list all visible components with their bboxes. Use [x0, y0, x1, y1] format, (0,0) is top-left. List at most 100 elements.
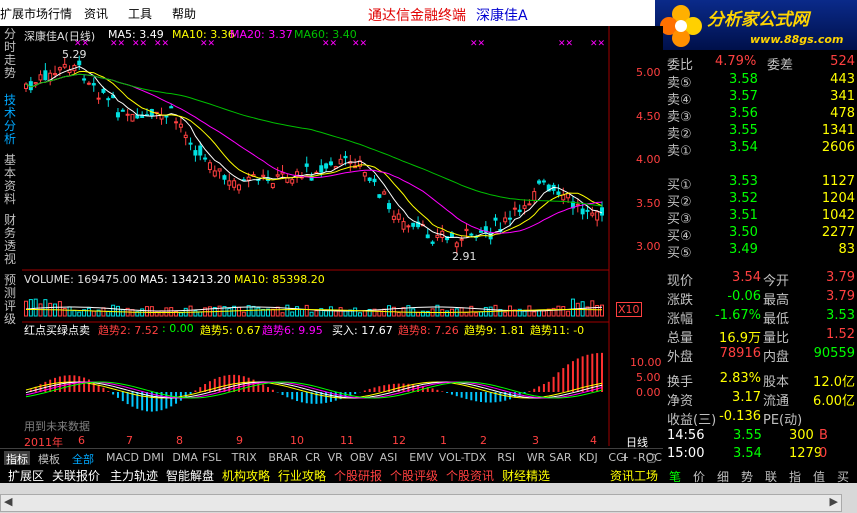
- menu-news[interactable]: 资讯: [84, 5, 108, 22]
- bid-volume: 1042: [821, 208, 855, 223]
- indicator-tab[interactable]: DMI: [143, 451, 164, 464]
- volume-bar: [333, 310, 338, 317]
- ask-volume: 1341: [821, 123, 855, 138]
- bottom-tab[interactable]: 智能解盘: [166, 467, 214, 484]
- time-tick: 12: [392, 434, 406, 447]
- time-tick: 8: [176, 434, 183, 447]
- candle-body: [106, 98, 111, 101]
- indicator-tab[interactable]: VR: [328, 451, 343, 464]
- indicator-bar: [107, 391, 110, 392]
- bottom-tab[interactable]: 资讯工场: [610, 467, 658, 484]
- candle-body: [459, 238, 464, 241]
- indicator-tab[interactable]: BRAR: [268, 451, 298, 464]
- indicator-bar: [286, 392, 289, 398]
- ask-volume: 443: [830, 72, 855, 87]
- menu-extended-market[interactable]: 扩展市场行情: [0, 5, 72, 22]
- tab-intraday[interactable]: 分时走势: [4, 28, 19, 80]
- scroll-left-icon[interactable]: ◀: [4, 495, 12, 508]
- candle-body: [285, 177, 290, 183]
- volume-bar: [382, 308, 387, 317]
- bottom-tab[interactable]: 扩展区: [8, 467, 44, 484]
- indicator-tab[interactable]: WR: [527, 451, 546, 464]
- candle-body: [541, 180, 546, 183]
- tab-fundamentals[interactable]: 基本资料: [4, 154, 19, 206]
- indicator-tab[interactable]: KDJ: [579, 451, 598, 464]
- stock-title: 深康佳A: [476, 8, 528, 24]
- indicator-tab[interactable]: SAR: [549, 451, 571, 464]
- time-tick: 9: [236, 434, 243, 447]
- candle-body: [183, 134, 188, 139]
- candle-body: [203, 157, 208, 160]
- ask-price: 3.55: [729, 123, 758, 138]
- candle-body: [585, 209, 590, 212]
- stat-label: PE(动): [763, 413, 803, 428]
- indicator-tick: 0.00: [636, 386, 661, 399]
- tab-financials[interactable]: 财务透视: [4, 214, 19, 266]
- tick-row: 14:56 3.55 300 B: [663, 428, 857, 448]
- horizontal-scrollbar[interactable]: ◀ ▶: [0, 494, 842, 512]
- indicator-tab[interactable]: FSL: [202, 451, 221, 464]
- bid-volume: 2277: [821, 225, 855, 240]
- indicator-tab[interactable]: OBV: [350, 451, 373, 464]
- indicator-tab[interactable]: CR: [305, 451, 320, 464]
- volume-ma10-label: MA10: 85398.20: [234, 273, 325, 286]
- volume-bar: [115, 305, 120, 317]
- stat-value: 16.9万: [719, 331, 761, 346]
- kline-chart[interactable]: ✕✕ ✕✕ ✕✕ ✕✕ ✕✕ ✕✕ ✕✕ ✕✕ ✕✕ ✕✕: [22, 26, 663, 452]
- volume-bar: [169, 307, 174, 317]
- candle-body: [561, 194, 566, 201]
- chart-area[interactable]: ✕✕ ✕✕ ✕✕ ✕✕ ✕✕ ✕✕ ✕✕ ✕✕ ✕✕ ✕✕ 深康佳A(日线) MA5: 3.49 …: [22, 26, 663, 452]
- bottom-tab[interactable]: 关联报价: [52, 467, 100, 484]
- scroll-right-icon[interactable]: ▶: [830, 495, 838, 508]
- candle-body: [387, 203, 392, 210]
- volume-bar: [464, 311, 469, 317]
- candle-body: [595, 211, 600, 221]
- volume-bar: [295, 306, 300, 317]
- zoom-out-icon[interactable]: -: [633, 451, 637, 464]
- menu-help[interactable]: 帮助: [172, 5, 196, 22]
- bottom-tab[interactable]: 个股研报: [334, 467, 382, 484]
- candle-body: [362, 172, 367, 177]
- zoom-in-icon[interactable]: +: [620, 451, 629, 464]
- candle-body: [469, 233, 474, 236]
- bid-volume: 1127: [821, 174, 855, 189]
- volume-bar: [285, 304, 290, 317]
- stat-label: 总量: [667, 331, 694, 346]
- indicator-bar: [567, 364, 570, 392]
- window-icon[interactable]: ▢: [646, 451, 656, 464]
- stat-value: 78916: [719, 346, 761, 361]
- stat-value: 3.53: [826, 308, 855, 323]
- bottom-tab[interactable]: 行业攻略: [278, 467, 326, 484]
- signal-marker: ✕✕: [558, 39, 573, 49]
- tick-flag: B: [819, 428, 828, 443]
- indicator-bar: [528, 391, 531, 392]
- bottom-tab[interactable]: 财经精选: [502, 467, 550, 484]
- indicator-tab[interactable]: VOL-TDX: [439, 451, 487, 464]
- volume-bar: [57, 301, 62, 317]
- indicator-tab[interactable]: ASI: [380, 451, 398, 464]
- volume-bar: [600, 304, 604, 317]
- indicator-tab[interactable]: DMA: [172, 451, 198, 464]
- bottom-tab[interactable]: 主力轨迹: [110, 467, 158, 484]
- indicator-tab[interactable]: MACD: [106, 451, 139, 464]
- bottom-tab[interactable]: 机构攻略: [222, 467, 270, 484]
- tab-forecast[interactable]: 预测评级: [4, 274, 19, 326]
- candle-body: [33, 82, 38, 85]
- indicator-bar: [489, 392, 492, 403]
- bottom-tab[interactable]: 个股资讯: [446, 467, 494, 484]
- candle-body: [77, 60, 82, 66]
- candle-body: [338, 158, 343, 165]
- tab-technical[interactable]: 技术分析: [4, 94, 19, 146]
- candle-body: [198, 145, 203, 156]
- indicator-tab[interactable]: RSI: [497, 451, 515, 464]
- menu-tools[interactable]: 工具: [128, 5, 152, 22]
- price-tick: 5.00: [636, 66, 661, 79]
- candle-body: [600, 207, 604, 216]
- bid-price: 3.52: [729, 191, 758, 206]
- quote-panel: 委比 4.79% 委差 524 卖⑤ 3.58 443 卖④ 3.57 341 卖③ 3.56…: [663, 50, 857, 483]
- stat-label: 流通: [763, 394, 790, 409]
- bottom-tab[interactable]: 个股评级: [390, 467, 438, 484]
- indicator-tab[interactable]: TRIX: [232, 451, 257, 464]
- indicator-bar: [576, 358, 579, 392]
- indicator-tab[interactable]: EMV: [409, 451, 433, 464]
